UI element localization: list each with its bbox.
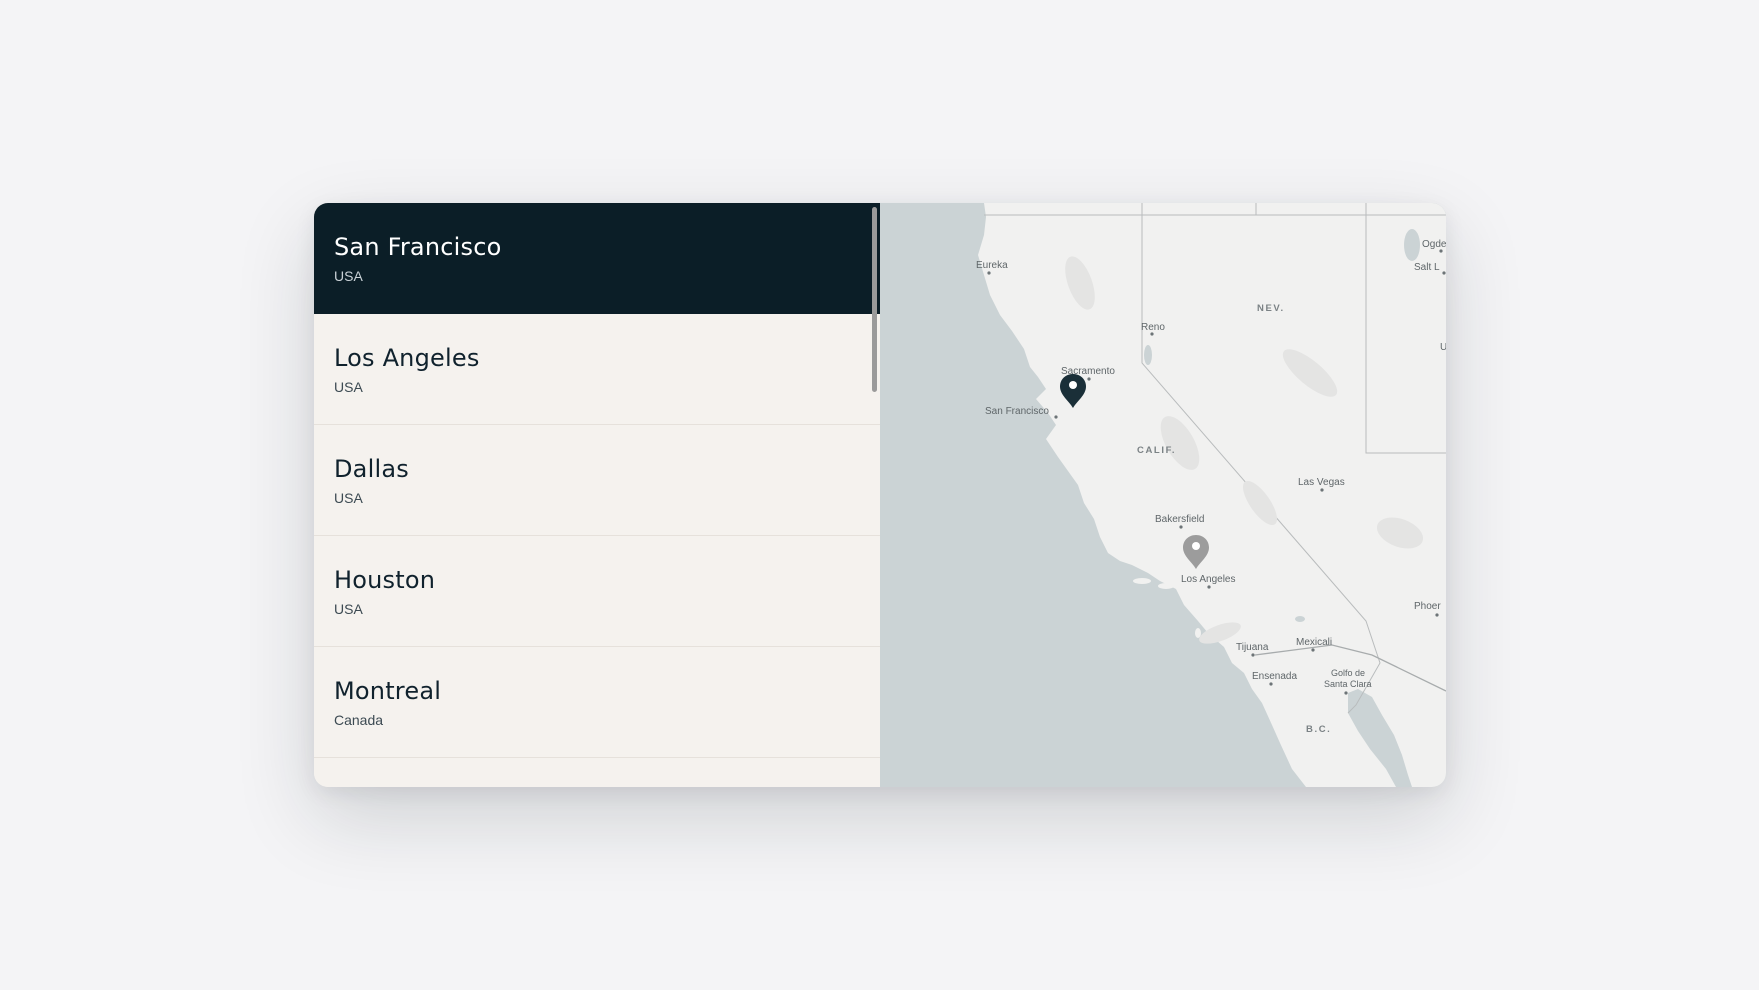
label-salt-lake: Salt L <box>1414 262 1440 273</box>
country-name: Canada <box>334 712 384 728</box>
lake <box>1295 616 1305 622</box>
label-golfo-2: Santa Clara <box>1324 679 1372 689</box>
state-nevada: NEV. <box>1257 303 1285 314</box>
island <box>1195 628 1201 638</box>
lake <box>1144 345 1152 365</box>
country-name: USA <box>334 490 363 506</box>
label-mexicali: Mexicali <box>1296 637 1332 648</box>
label-los-angeles: Los Angeles <box>1181 574 1236 585</box>
list-item-montreal[interactable]: Montreal Canada <box>314 647 880 758</box>
label-ogden: Ogde <box>1422 239 1446 250</box>
state-california: CALIF. <box>1137 445 1176 456</box>
country-name: USA <box>334 268 363 284</box>
label-utah: U <box>1440 342 1446 353</box>
list-item-los-angeles[interactable]: Los Angeles USA <box>314 314 880 425</box>
city-name: Montreal <box>334 677 442 705</box>
state-baja: B.C. <box>1306 724 1331 735</box>
label-reno: Reno <box>1141 322 1165 333</box>
city-name: Dallas <box>334 455 409 483</box>
lake <box>1404 229 1420 261</box>
label-san-francisco: San Francisco <box>985 406 1049 417</box>
list-item-san-francisco[interactable]: San Francisco USA <box>314 203 880 314</box>
locations-card: San Francisco USA Los Angeles USA Dallas… <box>314 203 1446 787</box>
label-las-vegas: Las Vegas <box>1298 477 1345 488</box>
label-bakersfield: Bakersfield <box>1155 514 1204 525</box>
list-item-dallas[interactable]: Dallas USA <box>314 425 880 536</box>
city-name: San Francisco <box>334 233 502 261</box>
location-list[interactable]: San Francisco USA Los Angeles USA Dallas… <box>314 203 880 787</box>
label-tijuana: Tijuana <box>1236 642 1269 653</box>
label-golfo-1: Golfo de <box>1331 668 1365 678</box>
island <box>1133 578 1151 584</box>
country-name: USA <box>334 601 363 617</box>
map-canvas[interactable]: Eureka Reno Sacramento San Francisco Las… <box>880 203 1446 787</box>
label-phoenix: Phoer <box>1414 601 1441 612</box>
country-name: USA <box>334 379 363 395</box>
list-scrollbar[interactable] <box>872 207 877 392</box>
island <box>1158 583 1174 589</box>
list-item-houston[interactable]: Houston USA <box>314 536 880 647</box>
city-name: Los Angeles <box>334 344 480 372</box>
list-item-partial[interactable] <box>314 758 880 787</box>
map-view[interactable]: Eureka Reno Sacramento San Francisco Las… <box>880 203 1446 787</box>
label-ensenada: Ensenada <box>1252 671 1297 682</box>
city-name: Houston <box>334 566 436 594</box>
label-eureka: Eureka <box>976 260 1008 271</box>
